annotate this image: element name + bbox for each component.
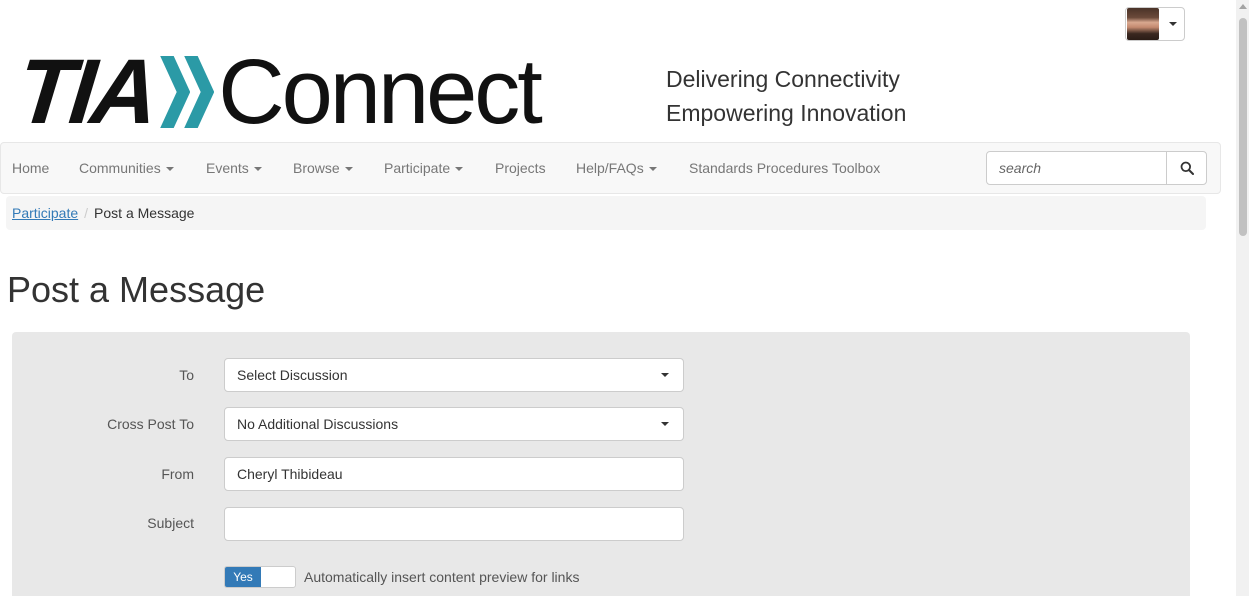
- breadcrumb: Participate / Post a Message: [6, 196, 1206, 230]
- site-logo[interactable]: TIA Connect: [13, 41, 658, 143]
- nav-item-browse[interactable]: Browse: [293, 143, 353, 193]
- to-select-value: Select Discussion: [237, 367, 348, 383]
- toggle-on-state: Yes: [225, 567, 261, 587]
- nav-item-label: Participate: [384, 160, 451, 176]
- main-navbar: Home Communities Events Browse Participa…: [0, 142, 1221, 194]
- caret-down-icon: [648, 167, 657, 172]
- logo-tia-text: TIA: [12, 41, 160, 143]
- from-label: From: [161, 466, 194, 482]
- chevron-down-icon: [1169, 22, 1177, 26]
- caret-down-icon: [253, 167, 262, 172]
- from-field-value: Cheryl Thibideau: [237, 466, 343, 482]
- chevron-down-icon: [661, 373, 669, 377]
- cross-post-select[interactable]: No Additional Discussions: [224, 407, 684, 441]
- breadcrumb-separator: /: [84, 205, 89, 221]
- search-icon: [1180, 161, 1194, 175]
- from-field[interactable]: Cheryl Thibideau: [224, 457, 684, 491]
- avatar: [1127, 8, 1159, 40]
- cross-post-label: Cross Post To: [107, 416, 194, 432]
- scroll-up-arrow-icon[interactable]: [1239, 4, 1247, 9]
- caret-down-icon: [455, 167, 464, 172]
- logo-chevron-icon: [160, 56, 215, 128]
- nav-item-label: Projects: [495, 160, 546, 176]
- nav-item-standards-toolbox[interactable]: Standards Procedures Toolbox: [689, 143, 880, 193]
- caret-down-icon: [344, 167, 353, 172]
- content-preview-toggle-label: Automatically insert content preview for…: [304, 569, 580, 585]
- content-preview-toggle[interactable]: Yes: [224, 566, 296, 588]
- nav-item-label: Events: [206, 160, 249, 176]
- to-select[interactable]: Select Discussion: [224, 358, 684, 392]
- nav-item-label: Communities: [79, 160, 161, 176]
- cross-post-select-value: No Additional Discussions: [237, 416, 399, 432]
- nav-item-help-faqs[interactable]: Help/FAQs: [576, 143, 657, 193]
- search-button[interactable]: [1166, 151, 1207, 185]
- breadcrumb-link-participate[interactable]: Participate: [12, 205, 78, 221]
- scrollbar-thumb[interactable]: [1239, 18, 1247, 236]
- tagline-line1: Delivering Connectivity: [666, 66, 900, 92]
- nav-item-events[interactable]: Events: [206, 143, 262, 193]
- user-menu-button[interactable]: [1125, 7, 1185, 41]
- logo-connect-text: Connect: [218, 41, 543, 143]
- nav-item-communities[interactable]: Communities: [79, 143, 174, 193]
- nav-item-home[interactable]: Home: [12, 143, 49, 193]
- nav-item-label: Browse: [293, 160, 340, 176]
- caret-down-icon: [165, 167, 174, 172]
- subject-field[interactable]: [224, 507, 684, 541]
- tagline-line2: Empowering Innovation: [666, 100, 907, 126]
- nav-item-participate[interactable]: Participate: [384, 143, 464, 193]
- to-label: To: [179, 367, 194, 383]
- chevron-down-icon: [661, 422, 669, 426]
- nav-item-projects[interactable]: Projects: [495, 143, 546, 193]
- site-tagline: Delivering Connectivity Empowering Innov…: [666, 62, 906, 130]
- page-title: Post a Message: [7, 269, 266, 310]
- breadcrumb-current: Post a Message: [94, 205, 195, 221]
- subject-label: Subject: [147, 515, 194, 531]
- nav-item-label: Standards Procedures Toolbox: [689, 160, 881, 176]
- nav-item-label: Help/FAQs: [576, 160, 644, 176]
- search-input[interactable]: [986, 151, 1167, 185]
- nav-item-label: Home: [12, 160, 50, 176]
